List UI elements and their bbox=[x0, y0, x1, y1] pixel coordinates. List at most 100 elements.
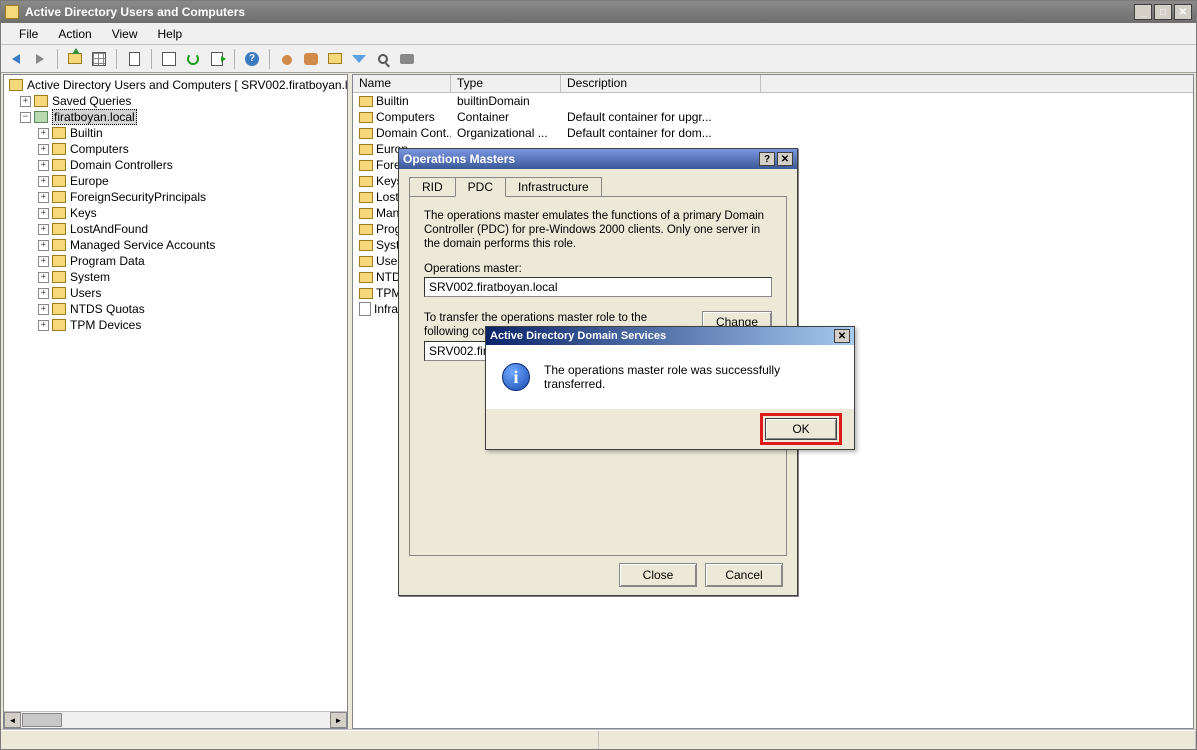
arrow-right-icon bbox=[36, 54, 44, 64]
expander-icon[interactable]: + bbox=[38, 256, 49, 267]
sheet-icon bbox=[162, 52, 176, 66]
expander-icon[interactable]: + bbox=[38, 208, 49, 219]
tree-node[interactable]: + TPM Devices bbox=[6, 317, 345, 333]
cut-button[interactable] bbox=[123, 48, 145, 70]
list-row[interactable]: BuiltinbuiltinDomain bbox=[353, 93, 1193, 109]
refresh-button[interactable] bbox=[182, 48, 204, 70]
expander-icon[interactable]: + bbox=[38, 240, 49, 251]
expander-icon[interactable]: + bbox=[38, 176, 49, 187]
up-button[interactable] bbox=[64, 48, 86, 70]
tree-node-label[interactable]: System bbox=[70, 270, 110, 284]
tree-node-label[interactable]: Keys bbox=[70, 206, 97, 220]
column-description[interactable]: Description bbox=[561, 75, 761, 92]
tree-pane[interactable]: Active Directory Users and Computers [ S… bbox=[3, 74, 348, 729]
menu-view[interactable]: View bbox=[102, 25, 148, 43]
back-button[interactable] bbox=[5, 48, 27, 70]
tree-domain[interactable]: firatboyan.local bbox=[52, 109, 137, 125]
expander-saved-queries[interactable]: + bbox=[20, 96, 31, 107]
tree-node[interactable]: + Users bbox=[6, 285, 345, 301]
tree-node-label[interactable]: Domain Controllers bbox=[70, 158, 173, 172]
tree-node[interactable]: + LostAndFound bbox=[6, 221, 345, 237]
expander-icon[interactable]: + bbox=[38, 320, 49, 331]
console-root-icon bbox=[9, 79, 23, 91]
tree-node[interactable]: + Program Data bbox=[6, 253, 345, 269]
expander-icon[interactable]: + bbox=[38, 192, 49, 203]
ok-button[interactable]: OK bbox=[765, 418, 837, 440]
expander-icon[interactable]: + bbox=[38, 128, 49, 139]
tree-node-label[interactable]: Computers bbox=[70, 142, 129, 156]
folder-icon bbox=[52, 127, 66, 139]
expander-icon[interactable]: + bbox=[38, 288, 49, 299]
menu-action[interactable]: Action bbox=[48, 25, 101, 43]
scroll-thumb[interactable] bbox=[22, 713, 62, 727]
message-box-titlebar[interactable]: Active Directory Domain Services ✕ bbox=[486, 327, 854, 345]
column-type[interactable]: Type bbox=[451, 75, 561, 92]
tree-node[interactable]: + System bbox=[6, 269, 345, 285]
scroll-left-button[interactable]: ◄ bbox=[4, 712, 21, 728]
tree-node-label[interactable]: Program Data bbox=[70, 254, 145, 268]
tree-node-label[interactable]: TPM Devices bbox=[70, 318, 141, 332]
expander-icon[interactable]: + bbox=[38, 160, 49, 171]
tree-node-label[interactable]: LostAndFound bbox=[70, 222, 148, 236]
tree-node[interactable]: + NTDS Quotas bbox=[6, 301, 345, 317]
show-hide-tree-button[interactable] bbox=[88, 48, 110, 70]
maximize-button[interactable]: □ bbox=[1154, 4, 1172, 20]
tab-infrastructure[interactable]: Infrastructure bbox=[505, 177, 602, 196]
scroll-right-button[interactable]: ► bbox=[330, 712, 347, 728]
tree-node[interactable]: + Domain Controllers bbox=[6, 157, 345, 173]
tree-saved-queries[interactable]: Saved Queries bbox=[52, 94, 131, 108]
expander-icon[interactable]: + bbox=[38, 224, 49, 235]
filter-icon bbox=[352, 55, 366, 63]
message-box-close-button[interactable]: ✕ bbox=[834, 329, 850, 343]
new-user-button[interactable] bbox=[276, 48, 298, 70]
ops-cancel-button[interactable]: Cancel bbox=[705, 563, 783, 587]
cell-name: Infra bbox=[374, 302, 398, 316]
expander-icon[interactable]: + bbox=[38, 272, 49, 283]
search-icon bbox=[378, 54, 388, 64]
minimize-button[interactable]: _ bbox=[1134, 4, 1152, 20]
ops-dialog-titlebar[interactable]: Operations Masters ? ✕ bbox=[399, 149, 797, 169]
export-list-button[interactable] bbox=[206, 48, 228, 70]
main-titlebar[interactable]: Active Directory Users and Computers _ □… bbox=[1, 1, 1196, 23]
list-row[interactable]: ComputersContainerDefault container for … bbox=[353, 109, 1193, 125]
tree-node[interactable]: + Keys bbox=[6, 205, 345, 221]
filter-button[interactable] bbox=[348, 48, 370, 70]
list-row[interactable]: Domain Cont...Organizational ...Default … bbox=[353, 125, 1193, 141]
tree-node[interactable]: + Builtin bbox=[6, 125, 345, 141]
tab-pdc[interactable]: PDC bbox=[455, 177, 506, 197]
tree-node-label[interactable]: Users bbox=[70, 286, 101, 300]
new-ou-button[interactable] bbox=[324, 48, 346, 70]
ops-close-button[interactable]: ✕ bbox=[777, 152, 793, 166]
ops-close-footer-button[interactable]: Close bbox=[619, 563, 697, 587]
row-icon bbox=[359, 160, 373, 171]
tree-node-label[interactable]: Europe bbox=[70, 174, 109, 188]
menu-file[interactable]: File bbox=[9, 25, 48, 43]
tree-node-label[interactable]: NTDS Quotas bbox=[70, 302, 145, 316]
tree-node[interactable]: + Computers bbox=[6, 141, 345, 157]
tree-node-label[interactable]: ForeignSecurityPrincipals bbox=[70, 190, 206, 204]
tree-node[interactable]: + Managed Service Accounts bbox=[6, 237, 345, 253]
add-to-group-button[interactable] bbox=[396, 48, 418, 70]
tree-node-label[interactable]: Managed Service Accounts bbox=[70, 238, 215, 252]
close-button[interactable]: ✕ bbox=[1174, 4, 1192, 20]
menu-help[interactable]: Help bbox=[148, 25, 193, 43]
tree-root[interactable]: Active Directory Users and Computers [ S… bbox=[27, 78, 348, 92]
help-button[interactable]: ? bbox=[241, 48, 263, 70]
tree-node[interactable]: + ForeignSecurityPrincipals bbox=[6, 189, 345, 205]
tree-node[interactable]: + Europe bbox=[6, 173, 345, 189]
expander-domain[interactable]: − bbox=[20, 112, 31, 123]
row-icon bbox=[359, 112, 373, 123]
row-icon bbox=[359, 208, 373, 219]
column-name[interactable]: Name bbox=[353, 75, 451, 92]
tab-rid[interactable]: RID bbox=[409, 177, 456, 196]
expander-icon[interactable]: + bbox=[38, 144, 49, 155]
find-button[interactable] bbox=[372, 48, 394, 70]
properties-button[interactable] bbox=[158, 48, 180, 70]
expander-icon[interactable]: + bbox=[38, 304, 49, 315]
row-icon bbox=[359, 144, 373, 155]
forward-button[interactable] bbox=[29, 48, 51, 70]
new-group-button[interactable] bbox=[300, 48, 322, 70]
ops-help-button[interactable]: ? bbox=[759, 152, 775, 166]
tree-horizontal-scrollbar[interactable]: ◄ ► bbox=[4, 711, 347, 728]
tree-node-label[interactable]: Builtin bbox=[70, 126, 103, 140]
